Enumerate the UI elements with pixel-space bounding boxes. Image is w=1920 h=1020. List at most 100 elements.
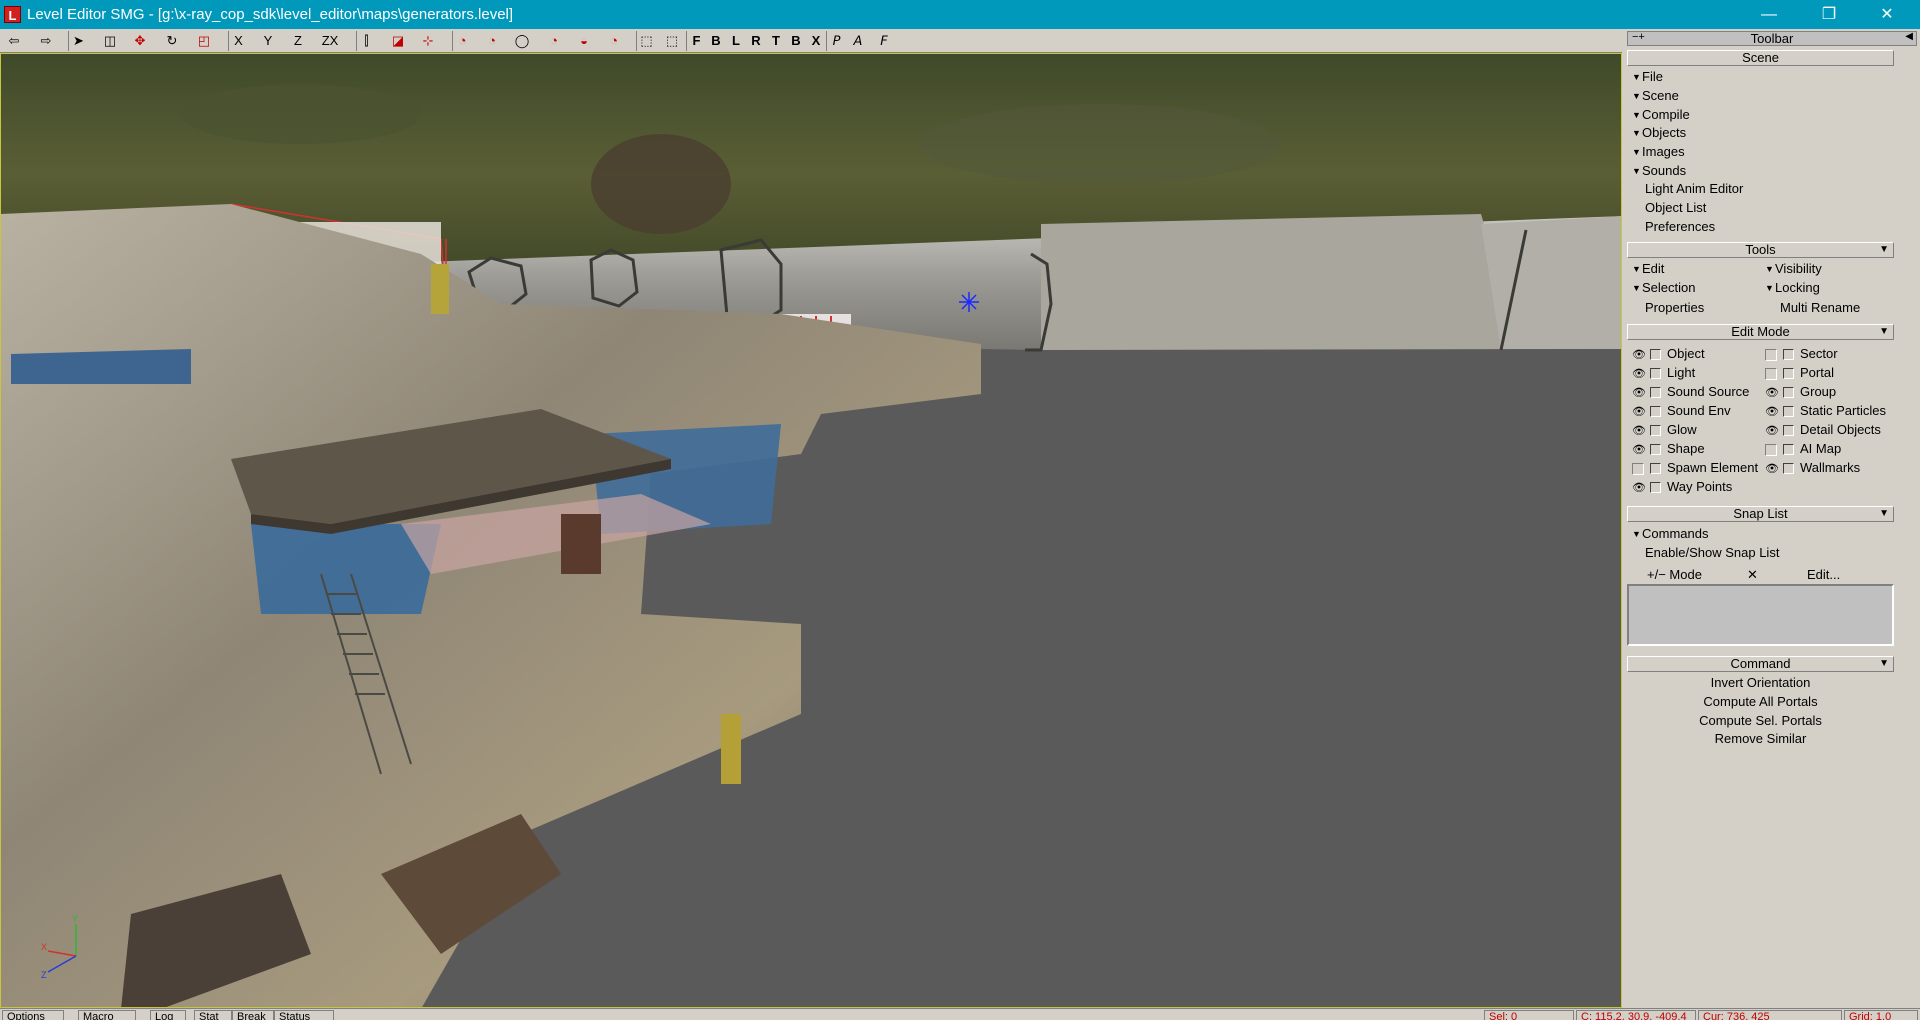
snap-add-remove-mode-button[interactable]: +/− Mode: [1647, 566, 1702, 583]
snap-edit-button[interactable]: Edit...: [1807, 566, 1840, 583]
preferences-link[interactable]: Preferences: [1645, 218, 1715, 235]
render-a-icon[interactable]: 𝘈: [848, 31, 868, 51]
checkbox[interactable]: [1783, 349, 1794, 360]
snap-normal-icon[interactable]: ◒: [574, 31, 594, 51]
edit-mode-portal[interactable]: Portal: [1800, 364, 1834, 381]
eye-icon[interactable]: 👁: [1765, 425, 1779, 437]
snap-rotate-icon[interactable]: ◔: [544, 31, 564, 51]
edit-mode-glow[interactable]: Glow: [1667, 421, 1697, 438]
edit-mode-shape[interactable]: Shape: [1667, 440, 1705, 457]
eye-icon[interactable]: 👁: [1765, 406, 1779, 418]
undo-icon[interactable]: ⇦: [4, 31, 24, 51]
eye-icon[interactable]: 👁: [1765, 387, 1779, 399]
visibility-toggle[interactable]: [1765, 349, 1777, 361]
grid-icon[interactable]: ⫿: [356, 31, 376, 51]
properties-link[interactable]: Properties: [1645, 299, 1704, 316]
scale-tool-icon[interactable]: ◰: [194, 31, 214, 51]
light-anim-editor-link[interactable]: Light Anim Editor: [1645, 180, 1743, 197]
compute-sel-portals-button[interactable]: Compute Sel. Portals: [1627, 712, 1894, 729]
edit-mode-light[interactable]: Light: [1667, 364, 1695, 381]
scene-item-compile[interactable]: ▼Compile: [1632, 106, 1690, 124]
move-tool-icon[interactable]: ✥: [130, 31, 150, 51]
axis-y-button[interactable]: Y: [258, 31, 278, 51]
close-button[interactable]: ✕: [1864, 0, 1910, 29]
scene-item-scene[interactable]: ▼Scene: [1632, 87, 1679, 105]
eye-icon[interactable]: 👁: [1765, 463, 1779, 475]
edit-mode-ai-map[interactable]: AI Map: [1800, 440, 1841, 457]
view-left-button[interactable]: L: [726, 31, 746, 51]
visibility-toggle[interactable]: [1632, 463, 1644, 475]
camera-tool-icon[interactable]: ◫: [100, 31, 120, 51]
compute-all-portals-button[interactable]: Compute All Portals: [1627, 693, 1894, 710]
command-header[interactable]: Command ▼: [1627, 656, 1894, 672]
macro-menu[interactable]: Macro: [78, 1010, 136, 1020]
checkbox[interactable]: [1650, 387, 1661, 398]
edit-mode-header[interactable]: Edit Mode ▼: [1627, 324, 1894, 340]
edit-mode-sound-env[interactable]: Sound Env: [1667, 402, 1731, 419]
remove-similar-button[interactable]: Remove Similar: [1627, 730, 1894, 747]
snap-angle-icon[interactable]: ◔: [452, 31, 472, 51]
edit-mode-group[interactable]: Group: [1800, 383, 1836, 400]
multi-rename-link[interactable]: Multi Rename: [1780, 299, 1860, 316]
checkbox[interactable]: [1783, 425, 1794, 436]
snap-vertex-icon[interactable]: ◯: [512, 31, 532, 51]
eye-icon[interactable]: 👁: [1632, 482, 1646, 494]
edit-mode-sector[interactable]: Sector: [1800, 345, 1838, 362]
tools-locking[interactable]: ▼Locking: [1765, 279, 1820, 297]
checkbox[interactable]: [1783, 444, 1794, 455]
scene-item-file[interactable]: ▼File: [1632, 68, 1663, 86]
tools-edit[interactable]: ▼Edit: [1632, 260, 1664, 278]
break-button[interactable]: Break: [232, 1010, 274, 1020]
edit-mode-way-points[interactable]: Way Points: [1667, 478, 1732, 495]
view-reset-button[interactable]: X: [806, 31, 826, 51]
checkbox[interactable]: [1650, 368, 1661, 379]
eye-icon[interactable]: 👁: [1632, 368, 1646, 380]
snap-list-box[interactable]: [1627, 584, 1894, 646]
edit-mode-detail-objects[interactable]: Detail Objects: [1800, 421, 1881, 438]
snap-grid-icon[interactable]: ⊹: [418, 31, 438, 51]
axis-z-button[interactable]: Z: [288, 31, 308, 51]
restore-button[interactable]: ❐: [1806, 0, 1852, 29]
checkbox[interactable]: [1650, 482, 1661, 493]
edit-mode-static-particles[interactable]: Static Particles: [1800, 402, 1886, 419]
axis-x-button[interactable]: X: [228, 31, 248, 51]
checkbox[interactable]: [1650, 444, 1661, 455]
checkbox[interactable]: [1650, 349, 1661, 360]
render-f-icon[interactable]: 𝘍: [874, 31, 894, 51]
checkbox[interactable]: [1650, 463, 1661, 474]
axis-zx-button[interactable]: ZX: [318, 31, 342, 51]
eye-icon[interactable]: 👁: [1632, 406, 1646, 418]
rotate-tool-icon[interactable]: ↻: [162, 31, 182, 51]
checkbox[interactable]: [1650, 425, 1661, 436]
stat-button[interactable]: Stat: [194, 1010, 232, 1020]
visibility-toggle[interactable]: [1765, 368, 1777, 380]
scene-item-objects[interactable]: ▼Objects: [1632, 124, 1686, 142]
scene-item-images[interactable]: ▼Images: [1632, 143, 1685, 161]
checkbox[interactable]: [1783, 368, 1794, 379]
options-menu[interactable]: Options: [2, 1010, 64, 1020]
edit-mode-spawn-element[interactable]: Spawn Element: [1667, 459, 1758, 476]
tools-selection[interactable]: ▼Selection: [1632, 279, 1695, 297]
toolbar-arrow-icon[interactable]: ◀: [1905, 31, 1913, 42]
edit-mode-object[interactable]: Object: [1667, 345, 1705, 362]
select-tool-icon[interactable]: ➤: [68, 31, 88, 51]
eye-icon[interactable]: 👁: [1632, 349, 1646, 361]
tools-visibility[interactable]: ▼Visibility: [1765, 260, 1822, 278]
snap-clear-icon[interactable]: ✕: [1747, 566, 1758, 583]
view-right-button[interactable]: R: [746, 31, 766, 51]
object-list-link[interactable]: Object List: [1645, 199, 1706, 216]
snap-commands[interactable]: ▼Commands: [1632, 525, 1708, 543]
checkbox[interactable]: [1783, 387, 1794, 398]
visibility-toggle[interactable]: [1765, 444, 1777, 456]
snap-list-header[interactable]: Snap List ▼: [1627, 506, 1894, 522]
minimize-button[interactable]: —: [1746, 0, 1792, 29]
scene-header[interactable]: Scene: [1627, 50, 1894, 66]
render-point-icon[interactable]: 𝘗: [826, 31, 846, 51]
eye-icon[interactable]: 👁: [1632, 387, 1646, 399]
scene-item-sounds[interactable]: ▼Sounds: [1632, 162, 1686, 180]
viewport-3d[interactable]: Y X Z: [0, 53, 1622, 1008]
log-button[interactable]: Log: [150, 1010, 186, 1020]
tools-header[interactable]: Tools ▼: [1627, 242, 1894, 258]
checkbox[interactable]: [1650, 406, 1661, 417]
view-bottom-button[interactable]: B: [786, 31, 806, 51]
